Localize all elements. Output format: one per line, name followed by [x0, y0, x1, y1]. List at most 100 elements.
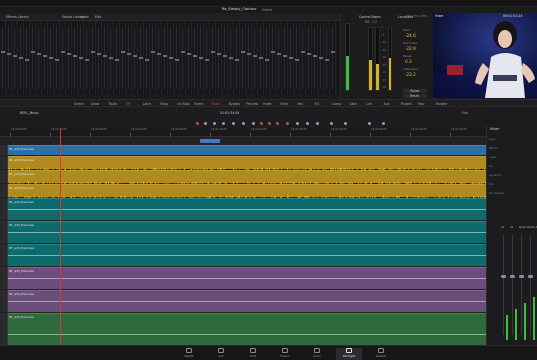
fader-cap[interactable] — [67, 53, 71, 55]
clip[interactable]: RT_add_Exercise — [7, 184, 487, 204]
track-header[interactable] — [0, 221, 8, 243]
page-tab-fusion[interactable]: Fusion — [272, 348, 298, 360]
tool-icon[interactable] — [286, 121, 289, 125]
track-header[interactable] — [0, 170, 8, 183]
mode-latch[interactable]: Latch — [143, 102, 152, 107]
volume-line[interactable] — [8, 334, 486, 335]
fader-cap[interactable] — [247, 53, 251, 55]
track-header[interactable] — [0, 290, 8, 312]
tool-icon[interactable] — [344, 121, 347, 125]
mode-event[interactable]: Event — [194, 102, 203, 107]
page-tab-media[interactable]: Media — [176, 348, 202, 360]
tool-icon[interactable] — [330, 121, 333, 125]
fader-cap[interactable] — [283, 55, 287, 57]
mode-select[interactable]: Select — [74, 102, 84, 107]
tool-icon[interactable] — [368, 121, 371, 125]
fader-cap[interactable] — [37, 53, 41, 55]
timeline-name[interactable]: REEL_Music — [20, 111, 39, 115]
fader-cap[interactable] — [307, 53, 311, 55]
volume-line[interactable] — [8, 300, 486, 302]
playhead[interactable] — [60, 128, 61, 345]
fader-cap[interactable] — [97, 53, 101, 55]
fader-cap[interactable] — [199, 57, 203, 59]
tool-icon[interactable] — [213, 121, 216, 125]
mode-read[interactable]: Read — [212, 102, 220, 107]
mode-bypass[interactable]: Bypass — [229, 102, 240, 107]
fader-cap[interactable] — [163, 55, 167, 57]
fader-cap[interactable] — [7, 53, 11, 55]
mode-misc[interactable]: Misc — [418, 102, 425, 107]
tool-icon[interactable] — [222, 121, 225, 125]
mixer-fader-cap[interactable] — [501, 275, 506, 278]
fader-cap[interactable] — [91, 51, 95, 53]
fader-cap[interactable] — [115, 59, 119, 61]
mode-on-stop[interactable]: On Stop — [177, 102, 189, 107]
clip[interactable]: RT_add_Exercise — [8, 267, 486, 289]
fader-cap[interactable] — [193, 55, 197, 57]
fader-cap[interactable] — [25, 59, 29, 61]
page-tab-cut[interactable]: Cut — [208, 348, 234, 360]
clip[interactable]: RT_add_Exercise — [8, 290, 486, 312]
edit-index-button[interactable]: Edit — [95, 15, 101, 19]
fader-cap[interactable] — [253, 55, 257, 57]
fader-cap[interactable] — [55, 59, 59, 61]
fader-cap[interactable] — [235, 59, 239, 61]
mixer-fader-track[interactable] — [521, 235, 522, 335]
mode-draw[interactable]: Draw — [91, 102, 99, 107]
effects-library-button[interactable]: Effects Library — [6, 15, 29, 19]
fader-cap[interactable] — [211, 51, 215, 53]
tool-icon[interactable] — [232, 121, 235, 125]
fader-cap[interactable] — [223, 55, 227, 57]
page-tab-edit[interactable]: Edit — [240, 348, 266, 360]
tool-icon[interactable] — [382, 121, 385, 125]
fader-cap[interactable] — [73, 55, 77, 57]
mixer-fader-cap[interactable] — [528, 275, 533, 278]
fader-cap[interactable] — [229, 57, 233, 59]
timeline-marker[interactable]: CTRL_REEL — [200, 139, 221, 155]
fader-cap[interactable] — [109, 57, 113, 59]
tool-icon[interactable] — [252, 121, 255, 125]
mixer-fader-cap[interactable] — [510, 275, 515, 278]
page-tab-fairlight[interactable]: Fairlight — [336, 348, 362, 360]
volume-line[interactable] — [8, 277, 486, 279]
tool-icon[interactable] — [316, 121, 319, 125]
pause-button[interactable]: Pause — [403, 89, 427, 93]
track-header[interactable] — [0, 198, 8, 220]
fader-cap[interactable] — [265, 59, 269, 61]
clip[interactable]: RT_add_Exercise — [8, 145, 486, 155]
fader-cap[interactable] — [241, 51, 245, 53]
fader-cap[interactable] — [271, 51, 275, 53]
tool-icon[interactable] — [306, 121, 309, 125]
reset-button[interactable]: Reset — [403, 94, 427, 98]
mode-snap[interactable]: Snap — [160, 102, 168, 107]
clip[interactable]: RT_add_Exercise — [8, 198, 486, 220]
fader-cap[interactable] — [61, 51, 65, 53]
fader-cap[interactable] — [31, 51, 35, 53]
fader-cap[interactable] — [79, 57, 83, 59]
track-header[interactable] — [0, 145, 8, 155]
clip[interactable]: RT_add_Exercise — [7, 156, 487, 176]
fader-cap[interactable] — [259, 57, 263, 59]
mode-pan[interactable]: Pan — [298, 102, 304, 107]
tool-icon[interactable] — [242, 121, 245, 125]
clip[interactable]: RT_add_Exercise — [8, 221, 486, 243]
page-tab-color[interactable]: Color — [304, 348, 330, 360]
video-viewer[interactable]: Mixer 00:01:01:24 — [433, 13, 537, 98]
fader-strip[interactable] — [330, 21, 336, 95]
fader-cap[interactable] — [217, 53, 221, 55]
mode-mute[interactable]: Mute — [280, 102, 288, 107]
mode-aux[interactable]: Aux — [384, 102, 390, 107]
fader-cap[interactable] — [175, 59, 179, 61]
fader-cap[interactable] — [295, 59, 299, 61]
tool-icon[interactable] — [276, 121, 279, 125]
fader-cap[interactable] — [319, 57, 323, 59]
fader-cap[interactable] — [139, 57, 143, 59]
fader-cap[interactable] — [301, 51, 305, 53]
fader-cap[interactable] — [19, 57, 23, 59]
fader-cap[interactable] — [103, 55, 107, 57]
timeline-ruler[interactable]: 01:00:00:00 01:00:14:00 01:00:28:00 01:00:4… — [0, 128, 486, 137]
mode-fader[interactable]: Fader — [263, 102, 272, 107]
fader-cap[interactable] — [1, 51, 5, 53]
fader-cap[interactable] — [205, 59, 209, 61]
mode-eq[interactable]: EQ — [315, 102, 319, 107]
